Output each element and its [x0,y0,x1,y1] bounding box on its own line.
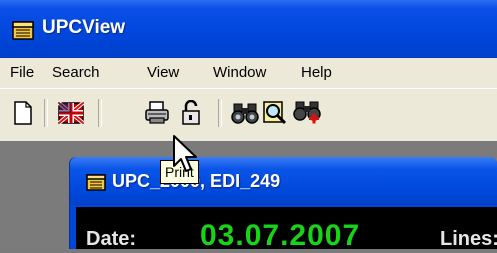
app-title: UPCView [42,17,126,38]
padlock-icon [182,100,200,125]
flag-button[interactable] [56,97,86,129]
menu-view[interactable]: View [147,64,179,81]
lock-button[interactable] [176,97,206,129]
folder-icon [86,174,106,191]
toolbar-separator [44,99,48,127]
find-add-button[interactable] [292,97,322,129]
mouse-pointer-icon [173,135,197,172]
flag-icon [58,101,84,125]
find-button[interactable] [230,97,260,129]
menu-help[interactable]: Help [301,64,332,81]
app-titlebar[interactable]: UPCView [0,0,497,58]
blank-page-icon [14,101,32,125]
toolbar-separator [98,99,102,127]
magnifier-icon [263,101,287,125]
child-window-titlebar[interactable]: UPC_2000, EDI_249 [70,157,497,205]
date-value: 03.07.2007 [200,219,361,252]
menu-search[interactable]: Search [52,64,100,81]
toolbar-separator [218,99,222,127]
binoculars-icon [231,103,259,124]
new-document-button[interactable] [8,97,38,129]
date-label: Date: [86,228,137,250]
menu-window[interactable]: Window [213,64,266,81]
folder-icon [12,21,34,40]
toolbar [0,88,497,142]
print-button[interactable] [142,97,172,129]
menu-bar: File Search View Window Help [0,58,497,88]
lines-label: Lines: [440,228,497,250]
printer-icon [145,101,169,124]
binoculars-plus-icon [293,101,321,124]
search-file-button[interactable] [260,97,290,129]
menu-file[interactable]: File [10,64,34,81]
